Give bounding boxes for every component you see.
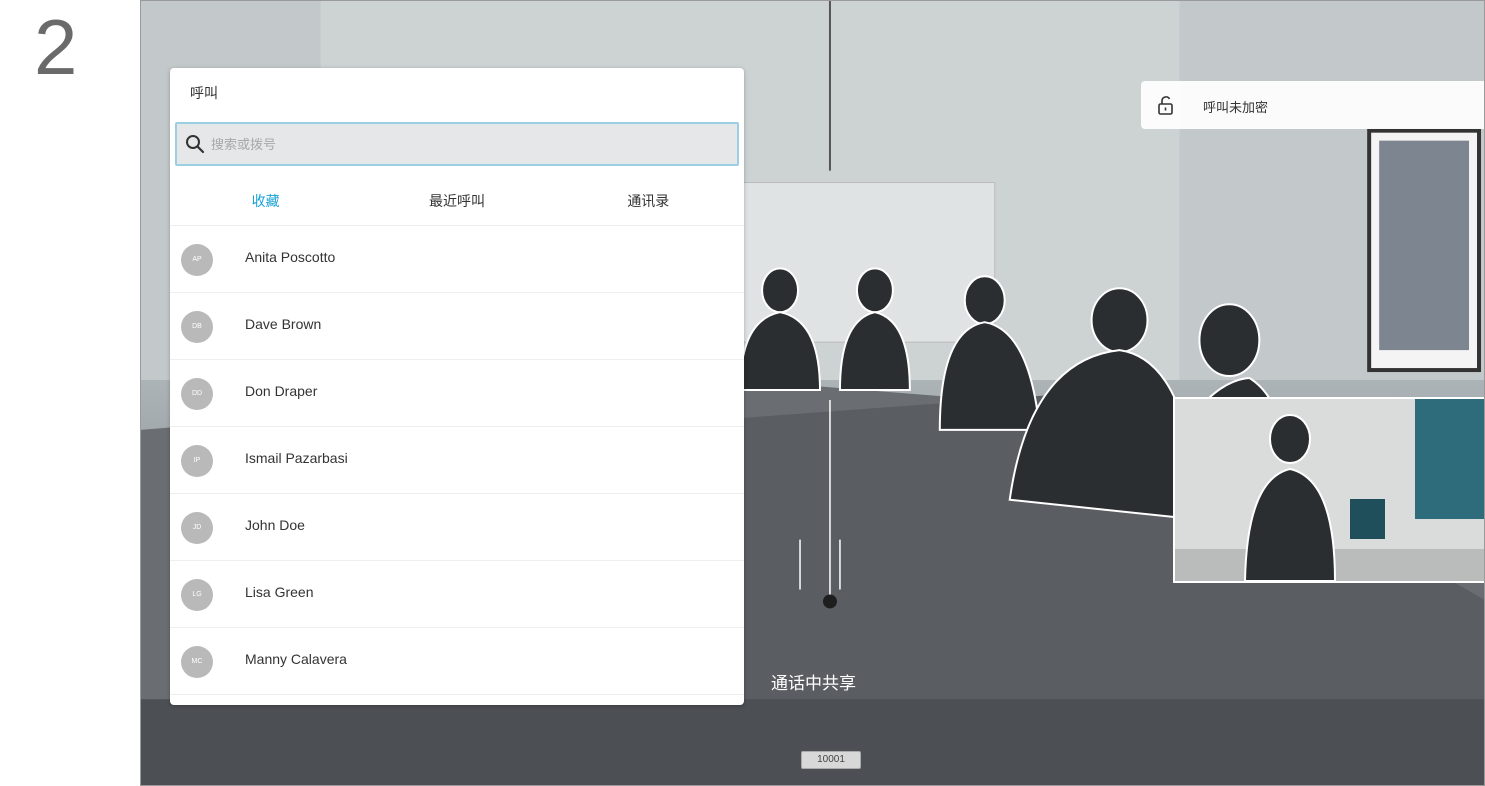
tab-directory[interactable]: 通讯录 (553, 176, 744, 225)
contact-name: Dave Brown (245, 316, 322, 332)
panel-title: 呼叫 (190, 85, 218, 101)
system-number-tag: 10001 (801, 751, 861, 769)
avatar: MC (181, 646, 213, 678)
step-number: 2 (34, 3, 78, 91)
contact-name: Don Draper (245, 383, 318, 399)
avatar: JD (181, 512, 213, 544)
avatar: LG (181, 579, 213, 611)
self-view (1173, 397, 1484, 583)
call-panel: 呼叫 收藏 最近呼叫 通讯录 AP Anita Poscotto DB Dave… (170, 68, 744, 705)
contact-tabs: 收藏 最近呼叫 通讯录 (170, 176, 744, 226)
list-item[interactable]: JD John Doe (170, 494, 744, 561)
avatar: AP (181, 244, 213, 276)
contact-name: Lisa Green (245, 584, 314, 600)
video-screen: 呼叫 收藏 最近呼叫 通讯录 AP Anita Poscotto DB Dave… (140, 0, 1485, 786)
avatar: DD (181, 378, 213, 410)
tab-recent[interactable]: 最近呼叫 (361, 176, 552, 225)
encryption-status-text: 呼叫未加密 (1203, 100, 1269, 115)
list-item[interactable]: IP Ismail Pazarbasi (170, 427, 744, 494)
search-icon (186, 135, 205, 154)
list-item[interactable]: DB Dave Brown (170, 293, 744, 360)
encryption-status-badge: 呼叫未加密 (1141, 81, 1484, 129)
contact-name: John Doe (245, 517, 305, 533)
avatar: DB (181, 311, 213, 343)
list-item[interactable]: MC Manny Calavera (170, 628, 744, 695)
avatar: IP (181, 445, 213, 477)
self-view-image (1175, 399, 1484, 581)
share-in-call-label[interactable]: 通话中共享 (771, 669, 856, 694)
search-box[interactable] (175, 122, 739, 166)
contact-name: Anita Poscotto (245, 249, 336, 265)
contact-list: AP Anita Poscotto DB Dave Brown DD Don D… (170, 226, 744, 695)
unlock-icon (1158, 96, 1173, 115)
tab-favorites[interactable]: 收藏 (170, 176, 361, 225)
list-item[interactable]: DD Don Draper (170, 360, 744, 427)
list-item[interactable]: LG Lisa Green (170, 561, 744, 628)
contact-name: Ismail Pazarbasi (245, 450, 348, 466)
list-item[interactable]: AP Anita Poscotto (170, 226, 744, 293)
contact-name: Manny Calavera (245, 651, 347, 667)
search-input[interactable] (211, 124, 731, 164)
